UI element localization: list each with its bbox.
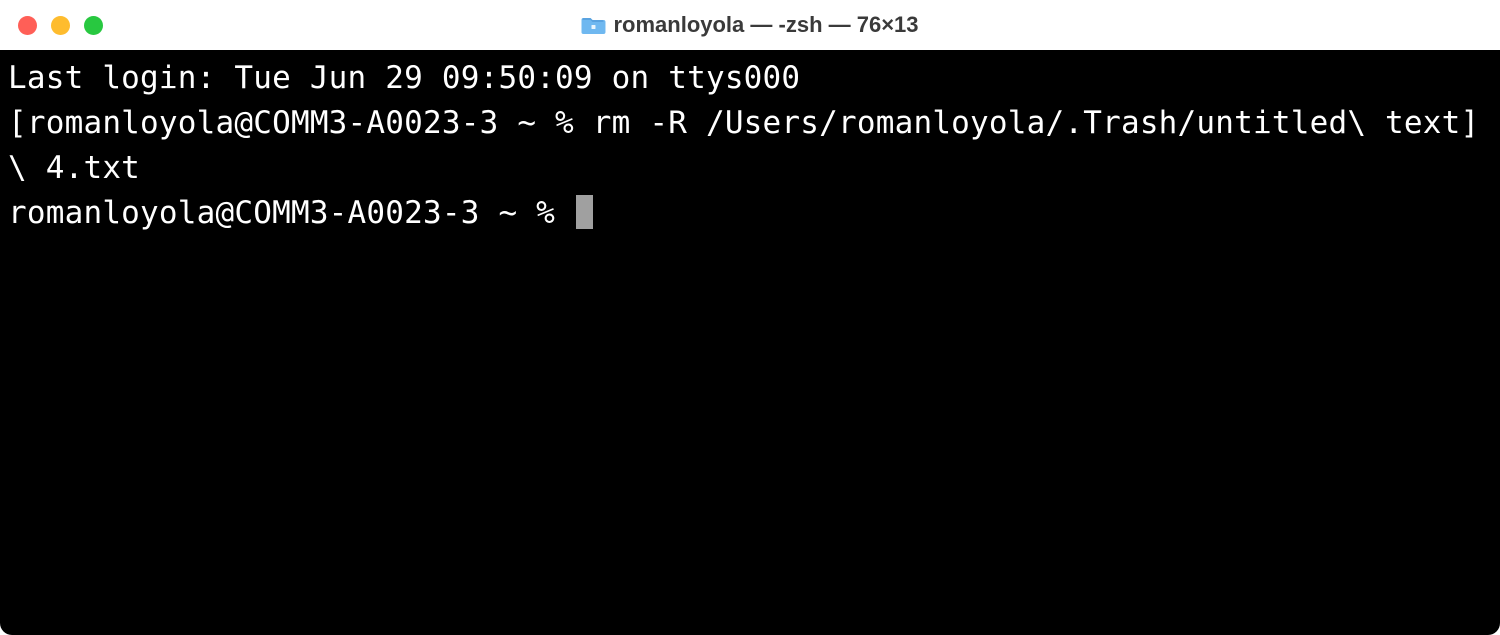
zoom-button[interactable] [84, 16, 103, 35]
terminal-line: \ 4.txt [8, 146, 1492, 191]
terminal-prompt: romanloyola@COMM3-A0023-3 ~ % [8, 195, 574, 231]
window-titlebar[interactable]: romanloyola — -zsh — 76×13 [0, 0, 1500, 50]
terminal-content[interactable]: Last login: Tue Jun 29 09:50:09 on ttys0… [0, 50, 1500, 635]
terminal-line: Last login: Tue Jun 29 09:50:09 on ttys0… [8, 56, 1492, 101]
terminal-cursor [576, 195, 593, 229]
window-controls [18, 16, 103, 35]
close-button[interactable] [18, 16, 37, 35]
minimize-button[interactable] [51, 16, 70, 35]
terminal-line: [romanloyola@COMM3-A0023-3 ~ % rm -R /Us… [8, 101, 1492, 146]
terminal-window: romanloyola — -zsh — 76×13 Last login: T… [0, 0, 1500, 635]
window-title: romanloyola — -zsh — 76×13 [581, 12, 918, 38]
terminal-prompt-line: romanloyola@COMM3-A0023-3 ~ % [8, 191, 1492, 236]
window-title-text: romanloyola — -zsh — 76×13 [613, 12, 918, 38]
folder-icon [581, 15, 605, 35]
